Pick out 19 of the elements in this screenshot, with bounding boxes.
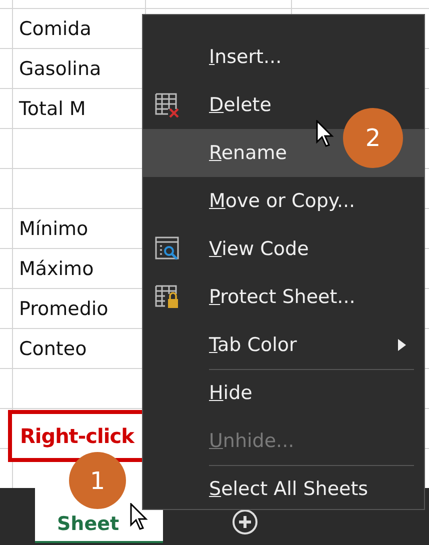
table-cell: Mínimo — [19, 218, 88, 240]
add-sheet-icon[interactable] — [232, 509, 258, 535]
menu-item[interactable]: Tab Color — [143, 321, 424, 369]
protect-sheet-icon — [155, 284, 181, 310]
table-cell: Conteo — [19, 338, 87, 360]
menu-item[interactable]: Move or Copy... — [143, 177, 424, 225]
delete-sheet-icon — [155, 92, 181, 118]
cursor-icon — [130, 503, 150, 531]
view-code-icon — [155, 236, 181, 262]
table-cell: Total M — [19, 98, 86, 120]
table-cell: Comida — [19, 18, 92, 40]
table-cell: Máximo — [19, 258, 94, 280]
table-cell: Gasolina — [19, 58, 102, 80]
submenu-arrow-icon — [398, 339, 406, 351]
table-cell: Promedio — [19, 298, 108, 320]
menu-item[interactable]: View Code — [143, 225, 424, 273]
menu-item[interactable]: Protect Sheet... — [143, 273, 424, 321]
menu-item[interactable]: Insert... — [143, 33, 424, 81]
cursor-icon — [316, 120, 336, 148]
